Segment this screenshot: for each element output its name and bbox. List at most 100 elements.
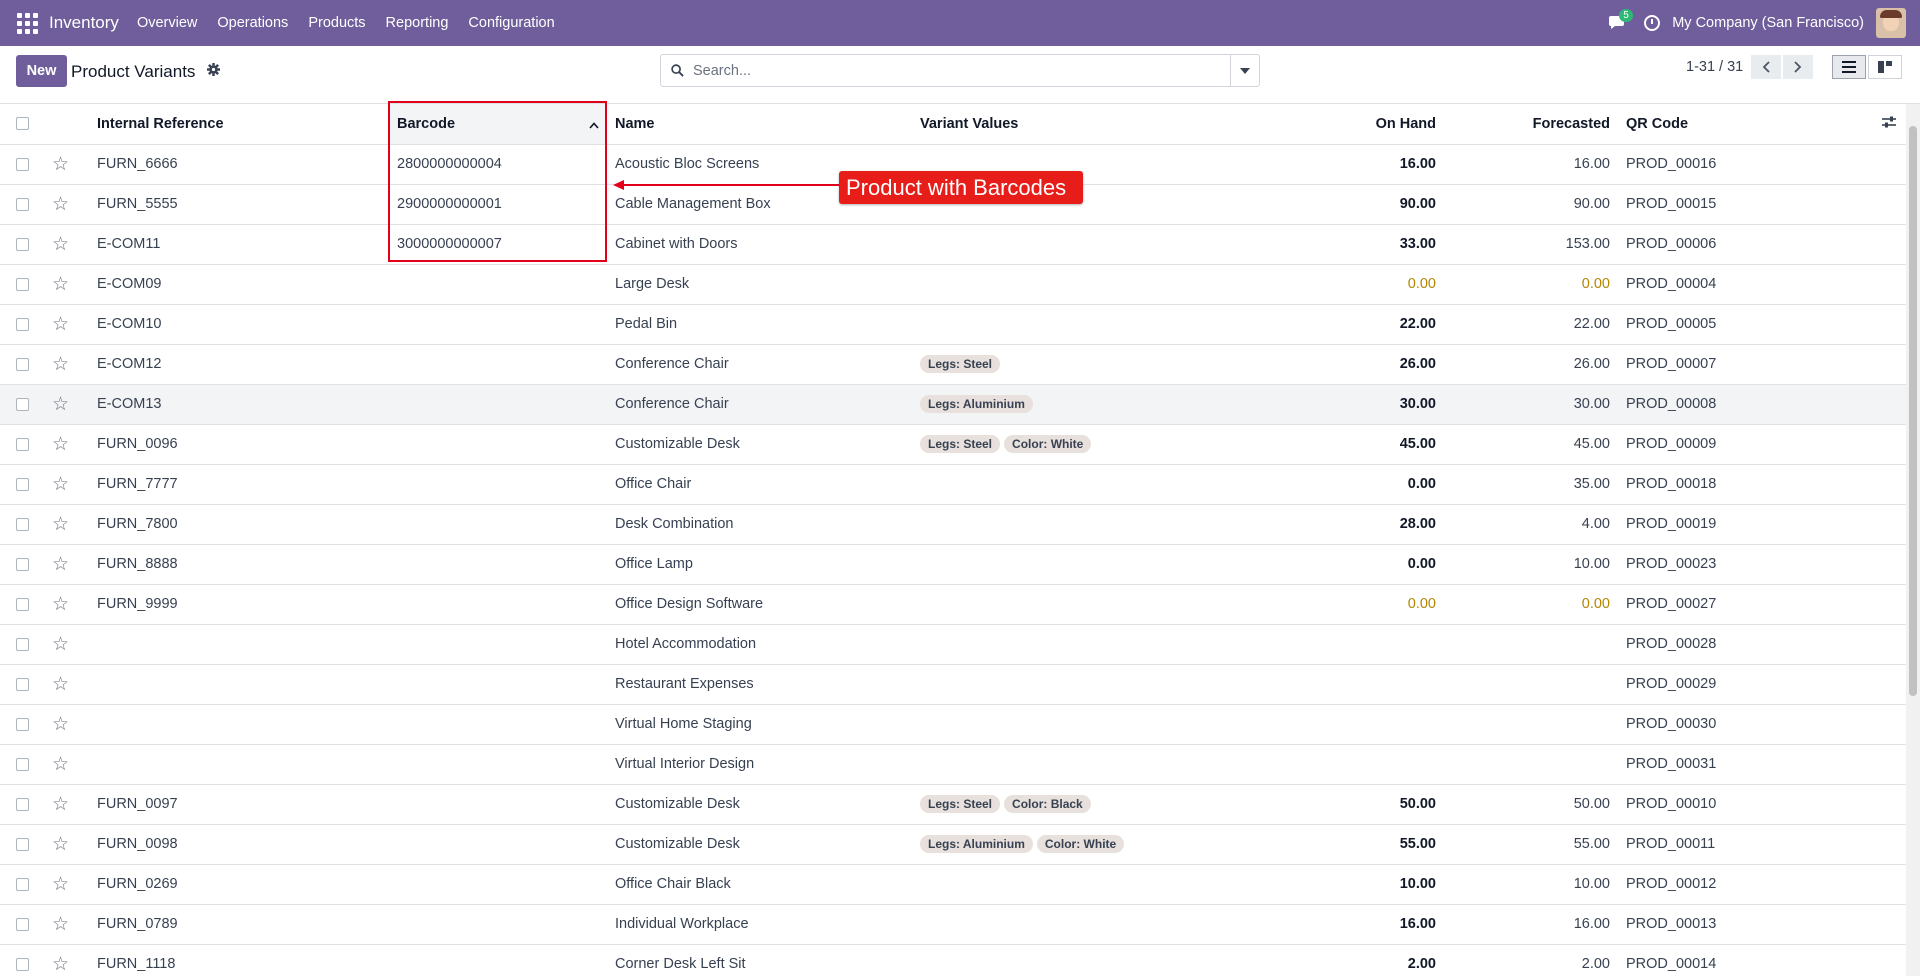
column-forecasted[interactable]: Forecasted (1444, 104, 1618, 145)
kanban-view-button[interactable] (1868, 55, 1902, 79)
favorite-star-icon[interactable]: ☆ (52, 234, 69, 255)
cell-name[interactable]: Pedal Bin (607, 304, 912, 345)
menu-operations[interactable]: Operations (207, 15, 298, 31)
cell-variant-values[interactable] (912, 544, 1332, 585)
cell-forecasted[interactable]: 10.00 (1444, 544, 1618, 585)
row-checkbox[interactable] (16, 717, 29, 731)
cell-internal-reference[interactable]: FURN_0269 (89, 864, 389, 905)
cell-internal-reference[interactable]: E-COM09 (89, 264, 389, 305)
favorite-star-icon[interactable]: ☆ (52, 194, 69, 215)
cell-forecasted[interactable]: 22.00 (1444, 304, 1618, 345)
cell-barcode[interactable] (389, 664, 607, 705)
company-switcher[interactable]: My Company (San Francisco) (1672, 15, 1864, 31)
cell-barcode[interactable] (389, 904, 607, 945)
cell-barcode[interactable] (389, 624, 607, 665)
cell-forecasted[interactable]: 35.00 (1444, 464, 1618, 505)
cell-barcode[interactable] (389, 424, 607, 465)
row-checkbox[interactable] (16, 757, 29, 771)
cell-qr-code[interactable]: PROD_00012 (1618, 864, 1848, 905)
cell-barcode[interactable] (389, 344, 607, 385)
cell-barcode[interactable] (389, 944, 607, 976)
cell-internal-reference[interactable]: FURN_6666 (89, 144, 389, 185)
cell-qr-code[interactable]: PROD_00011 (1618, 824, 1848, 865)
table-row[interactable]: ☆ FURN_8888 Office Lamp 0.00 10.00 PROD_00023 (0, 544, 1906, 585)
cell-internal-reference[interactable]: FURN_9999 (89, 584, 389, 625)
cell-name[interactable]: Virtual Home Staging (607, 704, 912, 745)
row-checkbox[interactable] (16, 637, 29, 651)
cell-qr-code[interactable]: PROD_00031 (1618, 744, 1848, 785)
cell-variant-values[interactable] (912, 864, 1332, 905)
column-name[interactable]: Name (607, 104, 912, 145)
cell-internal-reference[interactable] (89, 704, 389, 745)
favorite-star-icon[interactable]: ☆ (52, 754, 69, 775)
table-row[interactable]: ☆ FURN_7777 Office Chair 0.00 35.00 PROD_0001… (0, 464, 1906, 505)
gear-icon[interactable] (207, 63, 220, 80)
cell-barcode[interactable] (389, 264, 607, 305)
favorite-star-icon[interactable]: ☆ (52, 874, 69, 895)
cell-forecasted[interactable]: 50.00 (1444, 784, 1618, 825)
row-checkbox[interactable] (16, 277, 29, 291)
row-checkbox[interactable] (16, 557, 29, 571)
table-row[interactable]: ☆ FURN_1118 Corner Desk Left Sit 2.00 2.00 PR… (0, 944, 1906, 976)
cell-name[interactable]: Individual Workplace (607, 904, 912, 945)
activity-clock-icon[interactable] (1644, 15, 1661, 31)
user-avatar[interactable] (1876, 8, 1906, 38)
cell-name[interactable]: Virtual Interior Design (607, 744, 912, 785)
cell-internal-reference[interactable]: FURN_5555 (89, 184, 389, 225)
optional-columns-toggle[interactable] (1848, 104, 1906, 145)
cell-on-hand[interactable]: 10.00 (1332, 864, 1444, 905)
column-variant-values[interactable]: Variant Values (912, 104, 1332, 145)
row-checkbox[interactable] (16, 877, 29, 891)
favorite-star-icon[interactable]: ☆ (52, 314, 69, 335)
cell-name[interactable]: Customizable Desk (607, 784, 912, 825)
cell-barcode[interactable]: 2800000000004 (389, 144, 607, 185)
row-checkbox[interactable] (16, 237, 29, 251)
cell-internal-reference[interactable]: FURN_7777 (89, 464, 389, 505)
cell-on-hand[interactable]: 33.00 (1332, 224, 1444, 265)
cell-barcode[interactable] (389, 584, 607, 625)
row-checkbox[interactable] (16, 197, 29, 211)
cell-barcode[interactable] (389, 704, 607, 745)
cell-name[interactable]: Large Desk (607, 264, 912, 305)
cell-name[interactable]: Office Chair Black (607, 864, 912, 905)
cell-internal-reference[interactable]: FURN_0097 (89, 784, 389, 825)
cell-qr-code[interactable]: PROD_00010 (1618, 784, 1848, 825)
row-checkbox[interactable] (16, 677, 29, 691)
cell-variant-values[interactable]: Legs: Aluminium Color: White (912, 824, 1332, 865)
cell-variant-values[interactable] (912, 504, 1332, 545)
cell-name[interactable]: Customizable Desk (607, 824, 912, 865)
row-checkbox[interactable] (16, 317, 29, 331)
cell-barcode[interactable] (389, 784, 607, 825)
cell-barcode[interactable] (389, 304, 607, 345)
cell-qr-code[interactable]: PROD_00014 (1618, 944, 1848, 976)
favorite-star-icon[interactable]: ☆ (52, 434, 69, 455)
cell-forecasted[interactable]: 26.00 (1444, 344, 1618, 385)
table-row[interactable]: ☆ Restaurant Expenses PROD_00029 (0, 664, 1906, 705)
scrollbar-thumb[interactable] (1909, 126, 1917, 696)
table-row[interactable]: ☆ Virtual Home Staging PROD_00030 (0, 704, 1906, 745)
cell-qr-code[interactable]: PROD_00004 (1618, 264, 1848, 305)
column-internal-reference[interactable]: Internal Reference (89, 104, 389, 145)
pager-next-button[interactable] (1783, 55, 1813, 79)
cell-internal-reference[interactable]: FURN_0789 (89, 904, 389, 945)
row-checkbox[interactable] (16, 477, 29, 491)
cell-on-hand[interactable]: 16.00 (1332, 904, 1444, 945)
vertical-scrollbar[interactable] (1906, 104, 1920, 976)
cell-on-hand[interactable]: 28.00 (1332, 504, 1444, 545)
cell-internal-reference[interactable] (89, 624, 389, 665)
cell-forecasted[interactable]: 45.00 (1444, 424, 1618, 465)
cell-qr-code[interactable]: PROD_00029 (1618, 664, 1848, 705)
cell-forecasted[interactable]: 153.00 (1444, 224, 1618, 265)
cell-barcode[interactable] (389, 744, 607, 785)
row-checkbox[interactable] (16, 597, 29, 611)
menu-reporting[interactable]: Reporting (376, 15, 459, 31)
pager-value[interactable]: 1-31 / 31 (1686, 59, 1743, 75)
cell-qr-code[interactable]: PROD_00018 (1618, 464, 1848, 505)
cell-barcode[interactable] (389, 504, 607, 545)
cell-qr-code[interactable]: PROD_00019 (1618, 504, 1848, 545)
cell-variant-values[interactable] (912, 584, 1332, 625)
cell-variant-values[interactable] (912, 224, 1332, 265)
cell-on-hand[interactable]: 2.00 (1332, 944, 1444, 976)
cell-barcode[interactable]: 3000000000007 (389, 224, 607, 265)
row-checkbox[interactable] (16, 917, 29, 931)
